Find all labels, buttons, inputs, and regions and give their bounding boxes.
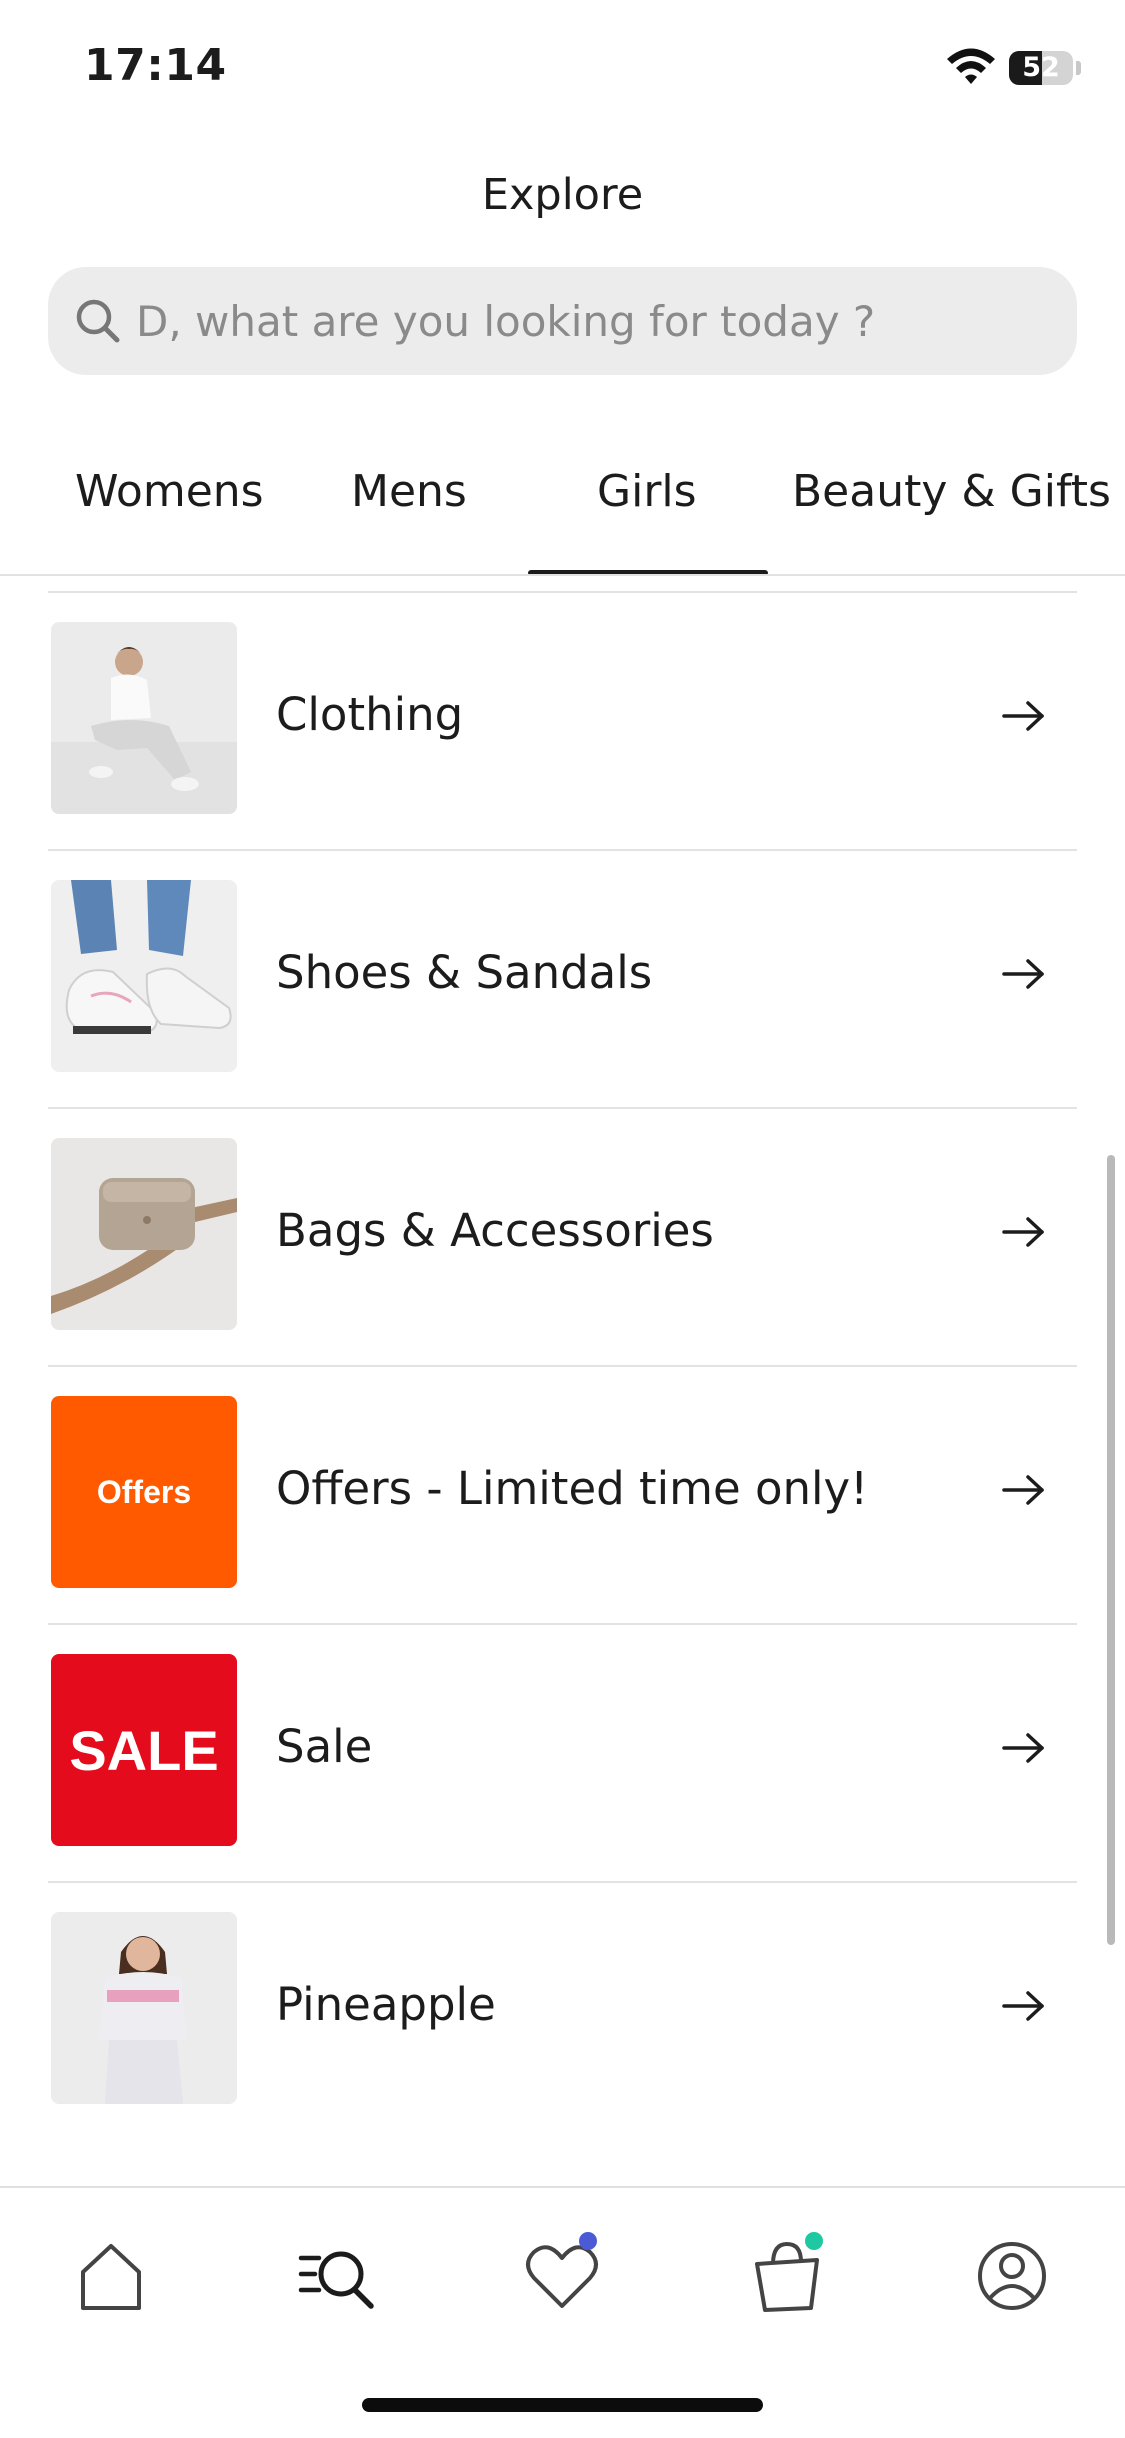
category-label: Bags & Accessories	[276, 1204, 714, 1257]
category-row-pineapple[interactable]: Pineapple	[0, 1883, 1125, 2139]
category-row-offers[interactable]: Offers Offers - Limited time only!	[0, 1367, 1125, 1623]
arrow-right-icon	[1002, 1733, 1044, 1763]
sale-tile: SALE	[51, 1654, 237, 1846]
offers-tile: Offers	[51, 1396, 237, 1588]
tab-beauty-gifts[interactable]: Beauty & Gifts	[792, 466, 1111, 517]
arrow-right-icon	[1002, 1991, 1044, 2021]
arrow-right-icon	[1002, 1217, 1044, 1247]
page-title: Explore	[481, 170, 644, 220]
bag-badge-dot	[805, 2232, 823, 2250]
arrow-right-icon	[1002, 959, 1044, 989]
search-bar[interactable]	[48, 267, 1077, 375]
home-icon[interactable]	[63, 2228, 159, 2324]
battery-level: 52	[1022, 52, 1060, 83]
category-row-shoes-sandals[interactable]: Shoes & Sandals	[0, 851, 1125, 1107]
wifi-icon	[947, 48, 995, 84]
category-label: Offers - Limited time only!	[276, 1462, 869, 1515]
offers-tile-text: Offers	[96, 1473, 192, 1510]
search-icon	[76, 299, 120, 343]
tab-mens[interactable]: Mens	[351, 466, 467, 517]
arrow-right-icon	[1002, 701, 1044, 731]
tabs-divider	[0, 574, 1125, 576]
status-time: 17:14	[84, 40, 227, 91]
arrow-right-icon	[1002, 1475, 1044, 1505]
pineapple-thumbnail	[51, 1912, 237, 2104]
search-menu-icon[interactable]	[289, 2228, 385, 2324]
category-row-clothing[interactable]: Clothing	[0, 593, 1125, 849]
category-label: Sale	[276, 1720, 373, 1773]
battery-tip	[1076, 61, 1081, 75]
clothing-thumbnail	[51, 622, 237, 814]
category-label: Clothing	[276, 688, 464, 741]
bags-thumbnail	[51, 1138, 237, 1330]
account-icon[interactable]	[964, 2228, 1060, 2324]
home-indicator	[362, 2398, 763, 2412]
sale-tile-text: SALE	[69, 1718, 219, 1782]
scrollbar[interactable]	[1107, 1155, 1115, 1945]
wishlist-badge-dot	[579, 2232, 597, 2250]
shoes-thumbnail	[51, 880, 237, 1072]
tab-girls[interactable]: Girls	[597, 466, 697, 517]
category-label: Pineapple	[276, 1978, 496, 2031]
category-row-bags-accessories[interactable]: Bags & Accessories	[0, 1109, 1125, 1365]
tab-womens[interactable]: Womens	[75, 466, 264, 517]
category-row-sale[interactable]: SALE Sale	[0, 1625, 1125, 1881]
search-input[interactable]	[136, 267, 1036, 375]
category-label: Shoes & Sandals	[276, 946, 653, 999]
battery-icon: 52	[1009, 51, 1073, 85]
